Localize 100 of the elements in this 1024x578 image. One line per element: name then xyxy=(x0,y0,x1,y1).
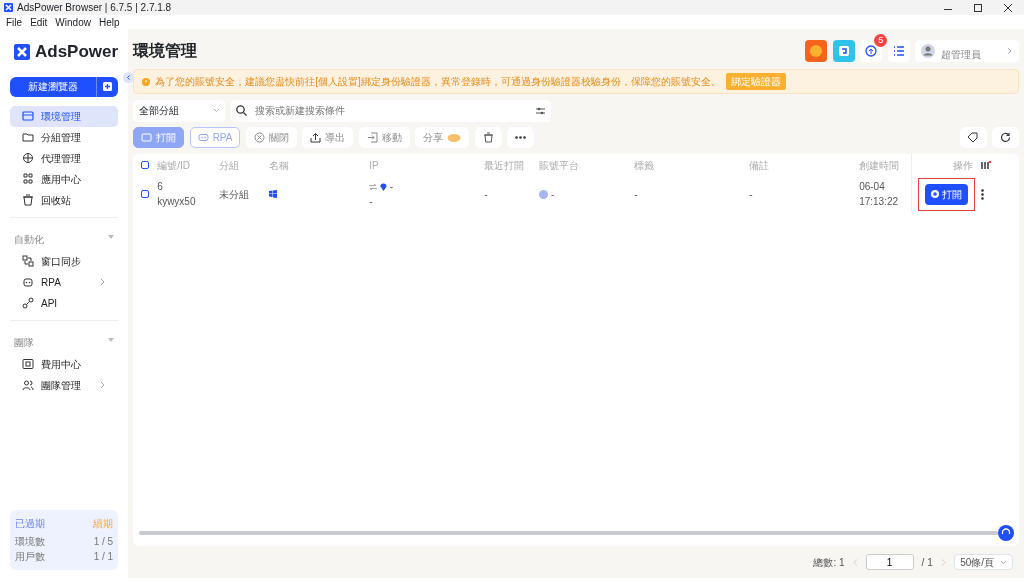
close-circle-icon xyxy=(253,132,265,143)
logo-icon xyxy=(14,43,30,60)
support-icon[interactable] xyxy=(997,524,1014,541)
avatar-icon xyxy=(921,44,936,58)
row-checkbox[interactable] xyxy=(141,190,150,198)
column-header: 名稱 xyxy=(269,158,290,173)
table-cell-text: 17:13:22 xyxy=(859,195,900,209)
user-role: 超管理員 xyxy=(940,47,981,62)
sidebar-item[interactable]: 窗口同步 xyxy=(10,250,119,272)
sidebar-item[interactable]: RPA xyxy=(10,271,119,293)
select-all-checkbox[interactable] xyxy=(141,161,150,169)
table-cell-text: 06-04 xyxy=(859,180,886,194)
column-header: 操作 xyxy=(953,158,974,173)
app-icon xyxy=(4,3,13,12)
refresh-button[interactable] xyxy=(992,127,1020,148)
new-browser-button[interactable]: 新建瀏覽器 xyxy=(10,76,119,97)
list-icon[interactable] xyxy=(892,45,905,57)
more-icon xyxy=(515,136,527,139)
globe-icon xyxy=(22,152,34,164)
column-header: 標籤 xyxy=(634,158,655,173)
scrollbar[interactable] xyxy=(138,530,998,535)
column-header: 分組 xyxy=(219,158,240,173)
chevron-right-icon xyxy=(1007,47,1014,55)
columns-icon[interactable] xyxy=(981,160,992,170)
table-cell-text: - xyxy=(550,187,555,202)
maximize-icon[interactable] xyxy=(974,3,982,12)
coin-icon[interactable] xyxy=(805,40,828,62)
move-icon xyxy=(366,132,378,143)
column-header: 最近打開 xyxy=(484,158,525,173)
sidebar-item[interactable]: 團隊管理 xyxy=(10,374,119,396)
browser-icon xyxy=(931,190,940,198)
open-window-icon xyxy=(141,132,153,143)
platform-icon xyxy=(539,189,549,199)
menu-item[interactable]: Edit xyxy=(30,14,48,30)
trash-icon xyxy=(482,132,494,143)
chevron-down-icon xyxy=(999,559,1007,565)
total-count: 總數: 1 xyxy=(813,555,845,570)
table-cell-text: - xyxy=(634,187,639,202)
sidebar-item[interactable]: 應用中心 xyxy=(10,168,119,190)
open-button[interactable]: 打開 xyxy=(925,183,969,205)
table-cell-text: 6 xyxy=(157,180,164,194)
group-select[interactable]: 全部分組 xyxy=(133,99,226,122)
toolbar-button[interactable]: 關閉 xyxy=(245,127,297,148)
quota-value: 1 / 1 xyxy=(93,550,114,564)
column-header: 創建時間 xyxy=(859,158,900,173)
export-icon xyxy=(310,132,322,143)
sidebar-item[interactable]: API xyxy=(10,292,119,314)
user-menu[interactable]: 超管理員 xyxy=(915,40,1020,62)
toolbar-button[interactable]: 導出 xyxy=(302,127,354,148)
table-cell-text: kywyx50 xyxy=(157,195,197,209)
close-icon[interactable] xyxy=(1004,3,1012,12)
folder-icon xyxy=(22,131,34,143)
page-title: 環境管理 xyxy=(133,41,198,61)
robot-icon xyxy=(197,132,209,143)
tag-button[interactable] xyxy=(959,127,987,148)
notification-badge: 5 xyxy=(874,34,888,47)
sidebar-item[interactable]: 分組管理 xyxy=(10,126,119,148)
page-input[interactable]: 1 xyxy=(865,554,914,570)
search-icon xyxy=(236,105,248,116)
tag-icon xyxy=(967,132,979,143)
menu-item[interactable]: Window xyxy=(55,14,91,30)
column-header: IP xyxy=(369,158,379,173)
warning-icon xyxy=(142,77,151,86)
trash-icon xyxy=(22,194,34,206)
table-cell-text: - xyxy=(484,187,489,202)
page-size-select[interactable]: 50條/頁 xyxy=(953,554,1014,570)
menu-item[interactable]: File xyxy=(6,14,23,30)
quota-label: 用戶數 xyxy=(15,550,45,564)
window-title: AdsPower Browser | 6.7.5 | 2.7.1.8 xyxy=(17,1,172,15)
menu-item[interactable]: Help xyxy=(98,14,120,30)
section-title: 團隊 xyxy=(14,335,34,350)
window-icon xyxy=(22,110,34,122)
toolbar-button[interactable]: 移動 xyxy=(358,127,410,148)
column-header: 備註 xyxy=(749,158,770,173)
sidebar-item[interactable]: 環境管理 xyxy=(10,105,119,127)
more-vertical-icon[interactable] xyxy=(981,188,985,200)
windows-icon xyxy=(269,190,278,198)
search-field[interactable]: 搜索或新建搜索條件 xyxy=(230,99,551,122)
users-icon xyxy=(22,379,34,391)
more-button[interactable] xyxy=(507,127,535,148)
section-title: 自動化 xyxy=(14,232,44,247)
table-cell-text: - xyxy=(389,180,393,194)
add-window-icon[interactable] xyxy=(102,81,114,92)
delete-button[interactable] xyxy=(474,127,502,148)
warning-text: 為了您的賬號安全，建議您盡快前往[個人設置]綁定身份驗證器，異常登錄時，可通過身份驗證器校驗身份，保障您的賬號安全。 xyxy=(155,75,721,89)
chevron-down-icon xyxy=(212,108,220,113)
table-cell-text: 未分組 xyxy=(219,187,251,202)
table-cell-text: - xyxy=(369,195,374,209)
sync-icon xyxy=(22,255,34,267)
filter-settings-icon[interactable] xyxy=(536,106,546,115)
page-total: / 1 xyxy=(921,555,933,570)
column-header: 賬號平台 xyxy=(539,158,580,173)
sidebar-item[interactable]: 代理管理 xyxy=(10,147,119,169)
toolbar-button[interactable]: 分享 xyxy=(415,127,470,148)
quota-label: 環境數 xyxy=(15,535,45,549)
sidebar-item[interactable]: 費用中心 xyxy=(10,353,119,375)
plan-status: 已過期 xyxy=(15,517,45,532)
collapse-icon[interactable] xyxy=(123,72,135,83)
card-icon xyxy=(22,358,34,370)
sidebar-item[interactable]: 回收站 xyxy=(10,189,119,211)
